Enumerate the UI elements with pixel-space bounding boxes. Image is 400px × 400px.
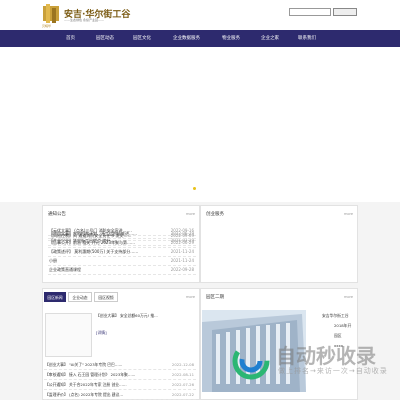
tab-park-news[interactable]: 园区新闻 xyxy=(44,292,66,302)
park-more-link[interactable]: more xyxy=(344,295,353,299)
news-item-title: 【公开通知】 关于合2022年专家 注册 创业…… xyxy=(45,382,127,387)
table-row[interactable]: 【审核通知】 接入 石王园 管理计划》 2023年聚…… 2022-08-11 xyxy=(44,371,196,380)
nav-item-property-service[interactable]: 物业服务 xyxy=(222,30,240,47)
nav-item-home[interactable]: 首页 xyxy=(66,30,75,47)
list-item[interactable]: 企业政策直通课程 2022-09-28 xyxy=(48,265,196,275)
service-title: 创业服务 xyxy=(206,212,224,217)
news-item-date: 2022-12-08 xyxy=(171,362,194,367)
notice-item-date: 2021-11-24 xyxy=(170,249,194,254)
table-row[interactable]: 【创业大事】 "AI关了" 2023年专院 巴巴…… 2022-12-08 xyxy=(44,361,196,370)
table-row[interactable]: 【公开通知】 关于合2022年专家 注册 创业…… 2022-07-26 xyxy=(44,381,196,390)
nav-item-enterprise-home[interactable]: 企业之家 xyxy=(261,30,279,47)
notice-title: 通知公告 xyxy=(48,212,66,217)
tab-park-video[interactable]: 园区视频 xyxy=(94,292,118,302)
notice-item-date: 2021-11-24 xyxy=(170,258,194,263)
park-title: 园区二期 xyxy=(206,295,224,300)
service-more-link[interactable]: more xyxy=(344,212,353,216)
nav-item-enterprise-data[interactable]: 企业数据服务 xyxy=(173,30,200,47)
notice-item-title: 【告事公开】前浙 相关 开元 2023年聚与第…… xyxy=(49,240,135,245)
notice-more-link[interactable]: more xyxy=(186,212,195,216)
news-item-title: 【监理评价】 (点名) 2022年专院 提出 建议… xyxy=(45,392,124,397)
table-row[interactable]: 【监理评价】 (点名) 2022年专院 提出 建议… 2022-07-22 xyxy=(44,391,196,400)
news-headline[interactable]: 【创业大事】 安全总额60万元! 推... xyxy=(96,313,158,319)
news-item-date: 2022-08-11 xyxy=(171,372,194,377)
nav-item-park-culture[interactable]: 园区文化 xyxy=(133,30,151,47)
news-detail-link[interactable]: [详情] xyxy=(96,330,107,336)
park-name: 安吉华尔街工谷 xyxy=(322,313,349,318)
banner-slider[interactable] xyxy=(0,47,400,202)
slider-indicator[interactable] xyxy=(193,187,196,190)
park-info-line: 2018年开 xyxy=(334,323,352,328)
news-item-date: 2022-07-22 xyxy=(171,392,194,397)
news-item-date: 2022-07-26 xyxy=(171,382,194,387)
news-more-link[interactable]: more xyxy=(186,295,195,299)
notice-item-title: 小册 xyxy=(49,258,57,263)
logo-icon[interactable] xyxy=(42,3,60,25)
watermark-subtext: 做上排名→来访一次→自动收录 xyxy=(278,367,388,375)
tab-enterprise-news[interactable]: 企业动态 xyxy=(68,292,92,302)
search-input[interactable] xyxy=(289,8,331,16)
site-subtitle: ——生态绿色 永续产业园—— xyxy=(64,18,104,22)
park-info-line: 园区 xyxy=(334,333,342,338)
nav-item-contact[interactable]: 联系我们 xyxy=(298,30,316,47)
news-thumbnail[interactable] xyxy=(45,313,92,357)
nav-item-park-news[interactable]: 园区动态 xyxy=(96,30,114,47)
notice-item-title: 【项目大事】农的回家计划、开工后积极推进…… xyxy=(49,231,137,236)
notice-item-title: 【政策述评】 莫利惠期(500万) 关于支持部分…… xyxy=(49,249,139,254)
main-nav: 首页 园区动态 园区文化 企业数据服务 物业服务 企业之家 联系我们 xyxy=(0,30,400,47)
news-item-title: 【审核通知】 接入 石王园 管理计划》 2023年聚…… xyxy=(45,372,136,377)
notice-item-date: 2022-06-29 xyxy=(170,231,194,236)
logo-caption: 贝皖华 xyxy=(42,24,52,28)
watermark-logo-icon xyxy=(232,342,270,380)
site-header: 贝皖华 安吉·华尔街工谷 ——生态绿色 永续产业园—— xyxy=(0,0,400,30)
watermark-text: 自动秒收录 xyxy=(276,344,376,368)
notice-item-date: 2022-06-29 xyxy=(170,240,194,245)
notice-item-title: 企业政策直通课程 xyxy=(49,267,81,272)
notice-item-date: 2022-09-28 xyxy=(170,267,194,272)
search-button[interactable] xyxy=(333,8,357,16)
news-item-title: 【创业大事】 "AI关了" 2023年专院 巴巴…… xyxy=(45,362,123,367)
